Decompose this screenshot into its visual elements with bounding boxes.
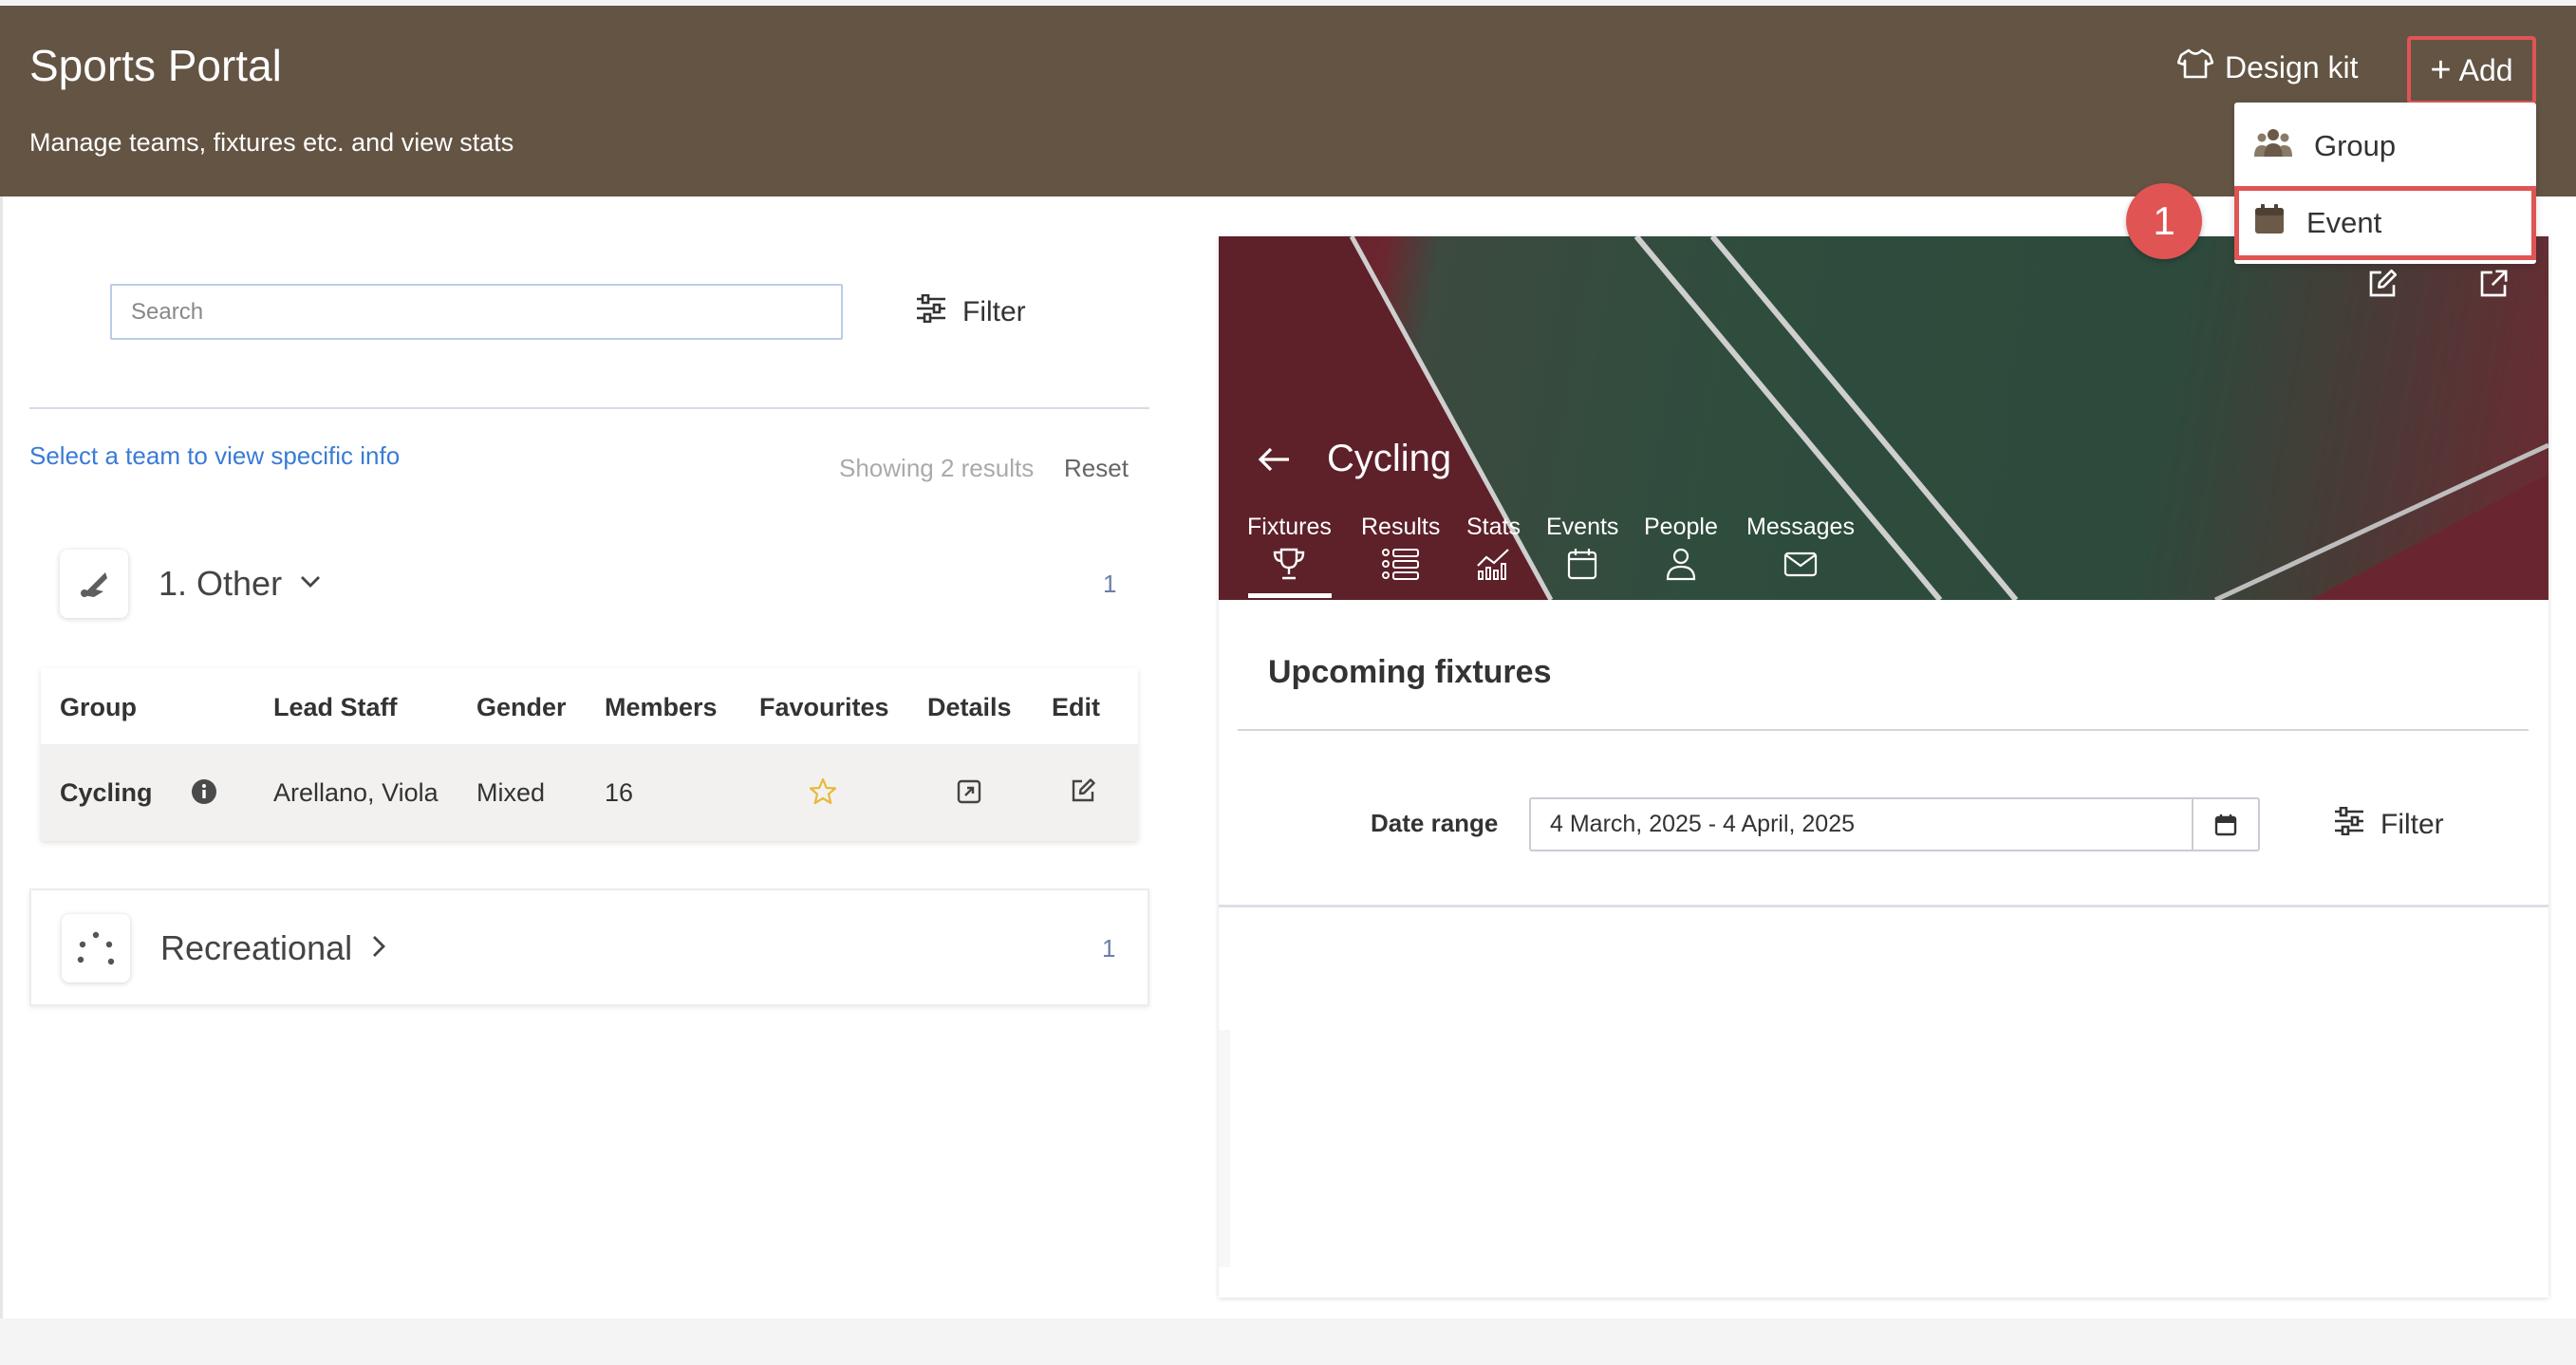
team-title: Cycling xyxy=(1327,438,1452,479)
group-header-recreational[interactable]: Recreational xyxy=(62,914,386,982)
group-icon xyxy=(2253,126,2293,166)
results-icon xyxy=(1381,549,1419,580)
date-range-field[interactable]: 4 March, 2025 - 4 April, 2025 xyxy=(1529,797,2260,851)
group-count-recreational: 1 xyxy=(1102,934,1116,963)
edit-team-icon[interactable] xyxy=(2365,267,2399,306)
group-name-other: 1. Other xyxy=(159,564,283,603)
chevron-right-icon xyxy=(371,934,386,963)
add-menu-item-group[interactable]: Group xyxy=(2234,110,2536,182)
edit-icon[interactable] xyxy=(1069,776,1097,810)
back-arrow-icon[interactable] xyxy=(1257,445,1291,478)
group-name-recreational: Recreational xyxy=(160,928,353,967)
column-header-members: Members xyxy=(605,693,718,721)
left-divider xyxy=(29,407,1149,409)
add-dropdown-menu: Group Event xyxy=(2234,103,2536,264)
team-banner: Cycling Fixtures Results Stats Events Pe… xyxy=(1219,236,2548,600)
app-subtitle: Manage teams, fixtures etc. and view sta… xyxy=(29,128,514,157)
fixtures-divider xyxy=(1219,905,2548,907)
filter-sliders-icon xyxy=(915,293,947,330)
tab-people[interactable]: People xyxy=(1644,514,1718,581)
column-header-lead-staff: Lead Staff xyxy=(273,693,398,721)
add-button[interactable]: + Add xyxy=(2407,36,2536,104)
add-menu-event-label: Event xyxy=(2306,206,2382,239)
filter-sliders-icon xyxy=(2333,806,2365,843)
shuttlecock-icon xyxy=(60,550,128,618)
app-title: Sports Portal xyxy=(29,41,282,90)
date-range-value: 4 March, 2025 - 4 April, 2025 xyxy=(1550,811,1856,837)
reset-button[interactable]: Reset xyxy=(1064,454,1129,483)
column-header-favourites: Favourites xyxy=(759,693,889,721)
column-header-edit: Edit xyxy=(1052,693,1100,721)
add-label: Add xyxy=(2458,52,2513,87)
select-team-hint-link[interactable]: Select a team to view specific info xyxy=(29,441,400,471)
design-kit-label: Design kit xyxy=(2225,49,2359,84)
fixtures-list-area xyxy=(1219,1030,1230,1267)
teams-table: Group Lead Staff Gender Members Favourit… xyxy=(41,668,1138,841)
step-callout-badge: 1 xyxy=(2126,183,2202,259)
favourite-star-icon[interactable] xyxy=(808,776,838,812)
table-row[interactable]: Cycling Arellano, Viola Mixed 16 xyxy=(41,744,1138,841)
stats-icon xyxy=(1477,549,1510,580)
cell-gender: Mixed xyxy=(476,778,546,807)
trophy-icon xyxy=(1274,548,1305,580)
dots-icon xyxy=(62,914,130,982)
group-header-other[interactable]: 1. Other xyxy=(60,550,322,618)
info-icon[interactable] xyxy=(191,778,217,810)
cell-group: Cycling xyxy=(60,778,153,807)
section-divider xyxy=(1238,729,2529,731)
envelope-icon xyxy=(1783,552,1818,577)
design-kit-button[interactable]: Design kit xyxy=(2176,47,2359,87)
filter-button[interactable]: Filter xyxy=(915,293,1026,330)
team-detail-panel: Cycling Fixtures Results Stats Events Pe… xyxy=(1219,236,2548,1298)
app-header: Sports Portal Manage teams, fixtures etc… xyxy=(0,6,2576,196)
group-count-other: 1 xyxy=(1103,570,1117,598)
results-count: Showing 2 results xyxy=(839,454,1035,482)
section-title: Upcoming fixtures xyxy=(1268,654,1552,690)
calendar-icon xyxy=(2253,203,2286,243)
tab-results[interactable]: Results xyxy=(1361,514,1440,581)
filter-label: Filter xyxy=(962,296,1026,327)
tab-messages[interactable]: Messages xyxy=(1746,514,1855,581)
add-menu-item-event[interactable]: Event xyxy=(2234,186,2536,260)
column-header-details: Details xyxy=(927,693,1012,721)
cell-lead-staff: Arellano, Viola xyxy=(273,778,439,807)
column-header-gender: Gender xyxy=(476,693,567,721)
cell-members: 16 xyxy=(605,778,634,807)
details-open-icon[interactable] xyxy=(956,778,982,810)
column-header-group: Group xyxy=(60,693,137,721)
add-menu-group-label: Group xyxy=(2314,129,2397,162)
tab-fixtures-label: Fixtures xyxy=(1247,514,1332,540)
tab-stats[interactable]: Stats xyxy=(1466,514,1521,581)
fixtures-filter-button[interactable]: Filter xyxy=(2333,806,2444,843)
tab-fixtures[interactable]: Fixtures xyxy=(1247,514,1332,581)
active-tab-indicator xyxy=(1248,593,1332,598)
tab-results-label: Results xyxy=(1361,514,1441,540)
chevron-down-icon xyxy=(299,574,322,594)
shirt-icon xyxy=(2176,47,2214,87)
search-input[interactable] xyxy=(110,284,843,340)
calendar-icon xyxy=(1568,549,1597,580)
external-link-icon[interactable] xyxy=(2476,267,2511,306)
tab-people-label: People xyxy=(1644,514,1718,540)
date-picker-button[interactable] xyxy=(2192,799,2258,850)
calendar-icon xyxy=(2214,813,2237,835)
tab-stats-label: Stats xyxy=(1466,514,1521,540)
date-range-label: Date range xyxy=(1371,809,1499,837)
tab-events[interactable]: Events xyxy=(1546,514,1618,581)
fixtures-filter-label: Filter xyxy=(2380,809,2444,840)
person-icon xyxy=(1666,548,1696,581)
plus-icon: + xyxy=(2430,50,2452,90)
tab-messages-label: Messages xyxy=(1746,514,1855,540)
tab-events-label: Events xyxy=(1546,514,1619,540)
